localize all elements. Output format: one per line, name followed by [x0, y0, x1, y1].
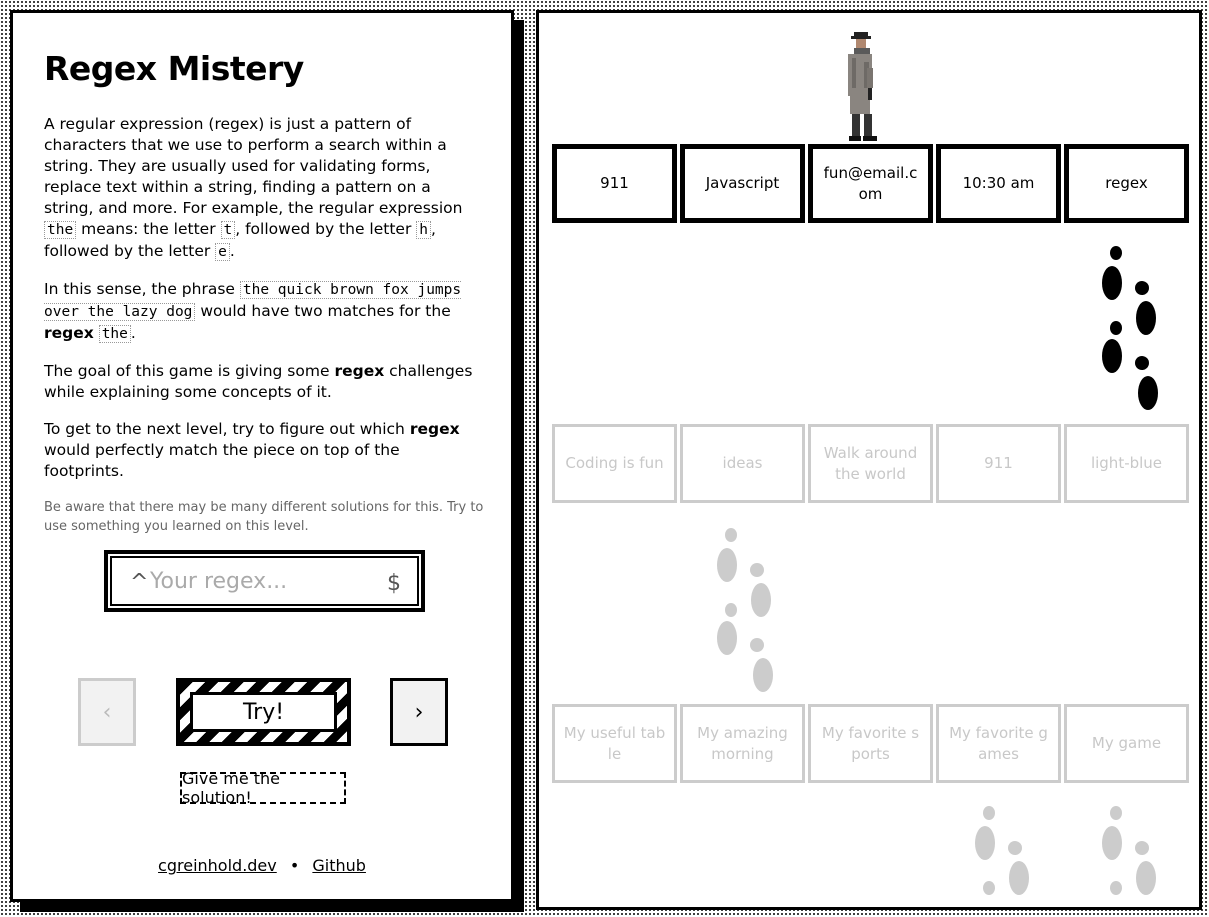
board-cell: 911 [936, 424, 1061, 503]
text: A regular expression (regex) is just a p… [44, 115, 463, 217]
board-cell: Javascript [680, 144, 805, 223]
intro-paragraph-2: In this sense, the phrase the quick brow… [44, 279, 484, 345]
board-cell: fun@email.com [808, 144, 933, 223]
code-snippet: the [98, 325, 131, 343]
code-snippet: t [220, 221, 236, 239]
show-solution-button[interactable]: Give me the solution! [180, 769, 346, 807]
chevron-left-icon: ‹ [102, 699, 112, 725]
bold-text: regex [334, 362, 385, 380]
board-cell: Walk around the world [808, 424, 933, 503]
board-cell: regex [1064, 144, 1189, 223]
regex-input[interactable] [148, 564, 378, 598]
footer-separator: • [289, 856, 300, 875]
footprints-icon [717, 528, 773, 692]
board-cell: My amazing morning [680, 704, 805, 783]
code-snippet: the [44, 221, 77, 239]
footprints-icon [975, 806, 1029, 895]
board-cell: ideas [680, 424, 805, 503]
text: . [229, 242, 235, 260]
previous-level-button[interactable]: ‹ [78, 678, 136, 746]
board-cell: My favorite games [936, 704, 1061, 783]
next-level-button[interactable]: › [390, 678, 448, 746]
text: would perfectly match the piece on top o… [44, 441, 400, 480]
page-title: Regex Mistery [44, 49, 304, 88]
board-cell: My favorite sports [808, 704, 933, 783]
board-cell: 10:30 am [936, 144, 1061, 223]
regex-suffix: $ [387, 571, 401, 596]
footer-links: cgreinhold.dev • Github [13, 856, 511, 875]
code-snippet: h [416, 221, 431, 239]
text: . [130, 324, 136, 342]
bold-text: regex [44, 324, 94, 342]
intro-paragraph-1: A regular expression (regex) is just a p… [44, 114, 484, 263]
intro-paragraph-4: To get to the next level, try to figure … [44, 419, 484, 482]
text: means: the letter [76, 220, 221, 238]
regex-input-box: ^ $ [104, 550, 425, 612]
text: The goal of this game is giving some [44, 362, 335, 380]
board-cell: light-blue [1064, 424, 1189, 503]
board-cell: 911 [552, 144, 677, 223]
intro-paragraph-3: The goal of this game is giving some reg… [44, 361, 484, 403]
github-link[interactable]: Github [312, 856, 366, 875]
instructions-panel: Regex Mistery A regular expression (rege… [10, 10, 514, 902]
board-row-2: Coding is fun ideas Walk around the worl… [552, 424, 1189, 503]
hint-note: Be aware that there may be many differen… [44, 500, 484, 534]
text: would have two matches for the [195, 302, 451, 320]
game-board: 911 Javascript fun@email.com 10:30 am re… [536, 10, 1202, 910]
instructions-content: Regex Mistery A regular expression (rege… [44, 49, 484, 536]
board-cell: Coding is fun [552, 424, 677, 503]
code-snippet: e [215, 243, 230, 261]
detective-character-icon [848, 32, 877, 141]
board-cell: My useful table [552, 704, 677, 783]
board-cell: My game [1064, 704, 1189, 783]
try-button[interactable]: Try! [176, 678, 351, 746]
chevron-right-icon: › [414, 699, 424, 725]
try-button-label: Try! [190, 692, 337, 732]
text: , followed by the letter [235, 220, 417, 238]
board-row-1: 911 Javascript fun@email.com 10:30 am re… [552, 144, 1189, 223]
regex-prefix: ^ [130, 570, 149, 595]
text: To get to the next level, try to figure … [44, 420, 410, 438]
footprints-icon [1102, 246, 1158, 410]
board-row-3: My useful table My amazing morning My fa… [552, 704, 1189, 783]
author-link[interactable]: cgreinhold.dev [158, 856, 277, 875]
footprints-icon [1102, 806, 1156, 895]
text: In this sense, the phrase [44, 280, 240, 298]
bold-text: regex [409, 420, 460, 438]
